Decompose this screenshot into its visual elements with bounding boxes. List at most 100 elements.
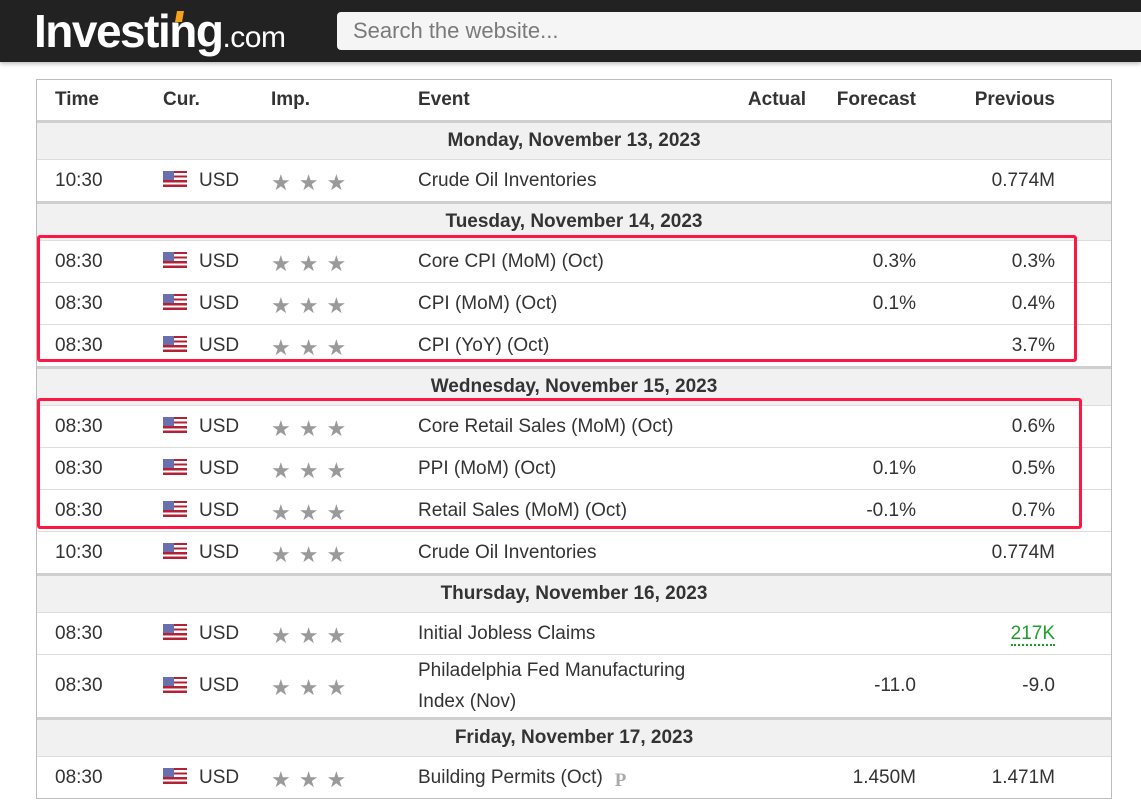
actual-value [716,240,806,283]
importance-stars-icon: ★★★ [271,766,355,792]
currency-cell: USD [163,240,271,283]
event-row[interactable]: 08:30 USD ★★★ Core Retail Sales (MoM) (O… [37,405,1111,448]
event-row[interactable]: 08:30 USD ★★★ CPI (MoM) (Oct) 0.1% 0.4% [37,282,1111,325]
importance-stars-icon: ★★★ [271,622,355,648]
event-time: 08:30 [37,489,163,532]
us-flag-icon [163,294,187,311]
column-header-event[interactable]: Event [418,80,716,122]
column-header-importance[interactable]: Imp. [271,80,418,122]
date-label: Wednesday, November 15, 2023 [37,366,1111,406]
event-time: 08:30 [37,405,163,448]
currency-cell: USD [163,405,271,448]
event-name-link[interactable]: PPI (MoM) (Oct) [418,447,716,490]
us-flag-icon [163,624,187,641]
event-name-link[interactable]: CPI (MoM) (Oct) [418,282,716,325]
event-row[interactable]: 08:30 USD ★★★ Initial Jobless Claims 217… [37,612,1111,655]
importance-cell: ★★★ [271,405,418,448]
us-flag-icon [163,543,187,560]
preliminary-icon: P [614,769,627,791]
logo-wordmark: Investing [34,5,224,57]
event-name-line-2: Index (Nov) [418,691,517,712]
importance-cell: ★★★ [271,240,418,283]
row-spacer [1055,489,1111,532]
row-spacer [1055,405,1111,448]
top-navigation-bar: Investing.com [0,0,1141,62]
event-time: 08:30 [37,324,163,368]
event-name-link[interactable]: Core Retail Sales (MoM) (Oct) [418,405,716,448]
event-row[interactable]: 10:30 USD ★★★ Crude Oil Inventories 0.77… [37,159,1111,203]
event-name-link[interactable]: Crude Oil Inventories [418,531,716,575]
column-header-spacer [1055,80,1111,122]
event-name-link[interactable]: Initial Jobless Claims [418,612,716,655]
us-flag-icon [163,336,187,353]
event-name-link[interactable]: Philadelphia Fed Manufacturing Index (Nov… [418,654,716,719]
event-row[interactable]: 08:30 USD ★★★ Core CPI (MoM) (Oct) 0.3% … [37,240,1111,283]
importance-stars-icon: ★★★ [271,457,355,483]
currency-cell: USD [163,324,271,368]
column-header-currency[interactable]: Cur. [163,80,271,122]
actual-value [716,282,806,325]
event-row[interactable]: 08:30 USD ★★★ Building Permits (Oct) P 1.… [37,756,1111,798]
column-header-forecast[interactable]: Forecast [806,80,916,122]
row-spacer [1055,240,1111,283]
search-input[interactable] [337,12,1141,50]
currency-code: USD [199,250,240,272]
currency-cell: USD [163,654,271,719]
row-spacer [1055,282,1111,325]
actual-value [716,405,806,448]
us-flag-icon [163,768,187,785]
column-header-previous[interactable]: Previous [916,80,1055,122]
event-time: 08:30 [37,282,163,325]
previous-value: 0.4% [916,282,1055,325]
event-row[interactable]: 08:30 USD ★★★ Retail Sales (MoM) (Oct) -… [37,489,1111,532]
event-row[interactable]: 08:30 USD ★★★ CPI (YoY) (Oct) 3.7% [37,324,1111,368]
us-flag-icon [163,417,187,434]
event-name-link[interactable]: Crude Oil Inventories [418,159,716,203]
currency-cell: USD [163,489,271,532]
importance-stars-icon: ★★★ [271,499,355,525]
previous-value-link[interactable]: 217K [1010,622,1055,646]
event-row[interactable]: 10:30 USD ★★★ Crude Oil Inventories 0.77… [37,531,1111,575]
importance-cell: ★★★ [271,531,418,575]
column-header-time[interactable]: Time [37,80,163,122]
currency-cell: USD [163,282,271,325]
previous-value: 0.7% [916,489,1055,532]
investing-logo[interactable]: Investing.com [34,4,286,58]
forecast-value: -0.1% [806,489,916,532]
row-spacer [1055,447,1111,490]
table-header-row: Time Cur. Imp. Event Actual Forecast Pre… [37,80,1111,122]
row-spacer [1055,159,1111,203]
importance-stars-icon: ★★★ [271,541,355,567]
forecast-value [806,612,916,655]
actual-value [716,756,806,798]
column-header-actual[interactable]: Actual [716,80,806,122]
event-time: 08:30 [37,654,163,719]
date-row: Monday, November 13, 2023 [37,120,1111,160]
currency-code: USD [199,169,240,191]
row-spacer [1055,324,1111,368]
event-row[interactable]: 08:30 USD ★★★ Philadelphia Fed Manufactu… [37,654,1111,719]
forecast-value [806,405,916,448]
event-name-link[interactable]: Retail Sales (MoM) (Oct) [418,489,716,532]
event-row[interactable]: 08:30 USD ★★★ PPI (MoM) (Oct) 0.1% 0.5% [37,447,1111,490]
previous-value: -9.0 [916,654,1055,719]
event-name-link[interactable]: CPI (YoY) (Oct) [418,324,716,368]
date-row: Tuesday, November 14, 2023 [37,201,1111,241]
logo-suffix: .com [222,21,286,54]
forecast-value: -11.0 [806,654,916,719]
currency-code: USD [199,334,240,356]
event-name-link[interactable]: Core CPI (MoM) (Oct) [418,240,716,283]
us-flag-icon [163,171,187,188]
currency-cell: USD [163,159,271,203]
date-label: Thursday, November 16, 2023 [37,573,1111,613]
event-name-link[interactable]: Building Permits (Oct) [418,767,603,788]
event-time: 10:30 [37,531,163,575]
forecast-value [806,159,916,203]
actual-value [716,654,806,719]
event-time: 08:30 [37,447,163,490]
importance-cell: ★★★ [271,324,418,368]
date-row: Friday, November 17, 2023 [37,717,1111,757]
previous-value: 0.6% [916,405,1055,448]
previous-value: 0.774M [916,159,1055,203]
previous-value: 3.7% [916,324,1055,368]
